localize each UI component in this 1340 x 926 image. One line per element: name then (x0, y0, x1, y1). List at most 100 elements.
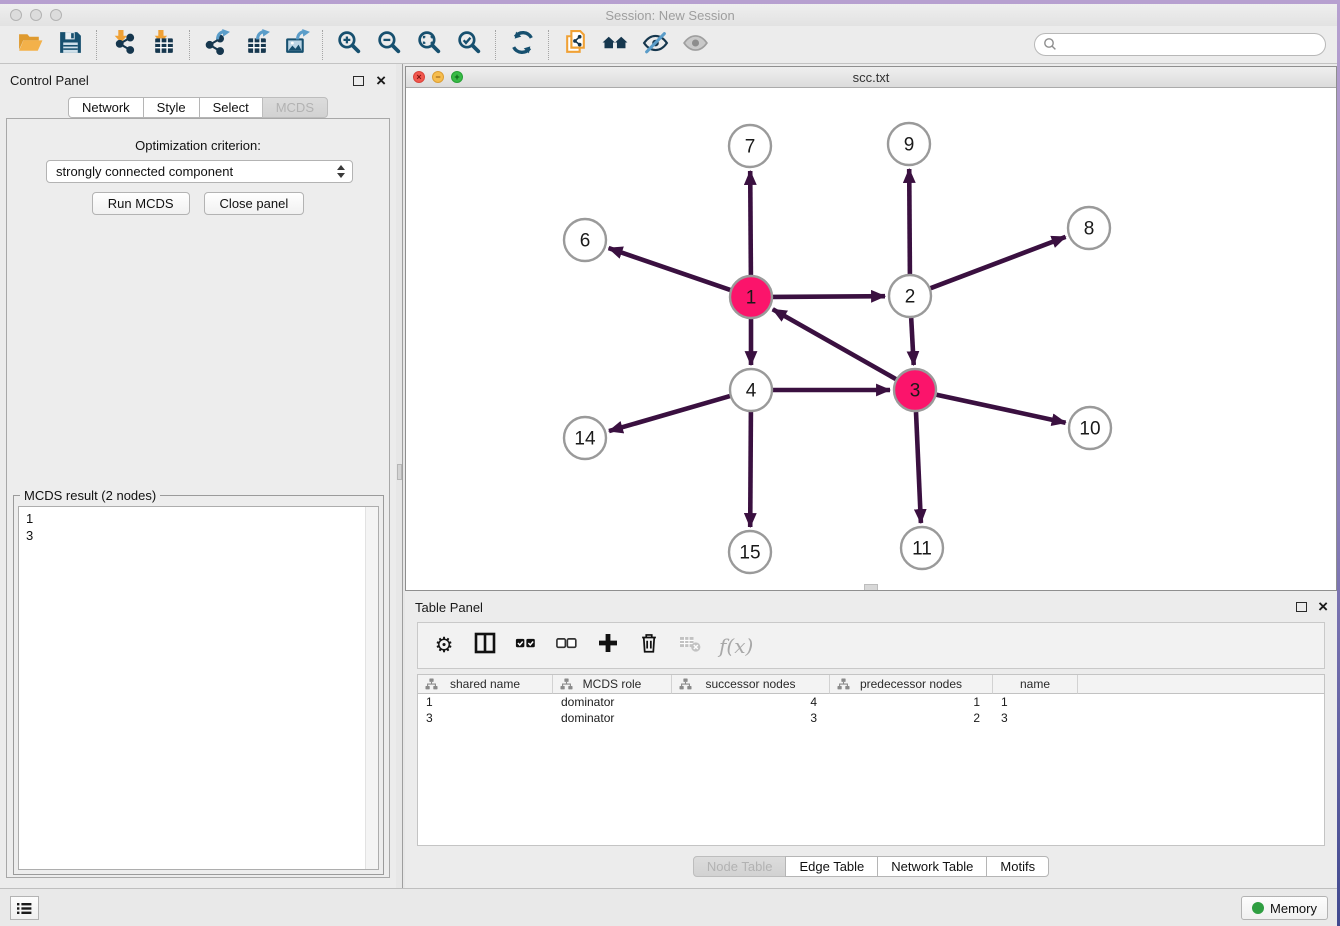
canvas-resize-grip[interactable] (864, 584, 878, 590)
window-title: Session: New Session (0, 8, 1340, 23)
table-cell: 3 (418, 710, 553, 726)
split-panel-button[interactable] (473, 632, 497, 660)
graph-node-15[interactable]: 15 (729, 531, 771, 573)
select-all-button[interactable] (514, 632, 538, 660)
graph-node-2[interactable]: 2 (889, 275, 931, 317)
desktop-edge-top (0, 0, 1340, 4)
column-header-predecessor-nodes[interactable]: predecessor nodes (830, 675, 993, 694)
import-table-button[interactable] (143, 29, 183, 61)
control-panel-close-icon[interactable]: × (376, 76, 386, 86)
edge-3-1[interactable] (773, 309, 896, 379)
panel-splitter[interactable] (396, 64, 405, 888)
tab-select[interactable]: Select (199, 97, 263, 118)
duplicate-network-button[interactable] (555, 29, 595, 61)
toolbar-separator (322, 30, 323, 60)
apply-layout-button[interactable] (502, 29, 542, 61)
task-history-button[interactable] (10, 896, 39, 920)
table-row[interactable]: 1dominator411 (418, 694, 1324, 710)
graph-node-11[interactable]: 11 (901, 527, 943, 569)
graph-node-6[interactable]: 6 (564, 219, 606, 261)
tab-mcds[interactable]: MCDS (262, 97, 328, 118)
export-table-icon (243, 29, 270, 61)
select-all-icon (515, 632, 537, 659)
first-neighbors-button[interactable] (595, 29, 635, 61)
export-table-button[interactable] (236, 29, 276, 61)
optimization-dropdown[interactable]: strongly connected component (46, 160, 353, 183)
open-session-button[interactable] (10, 29, 50, 61)
edge-4-14[interactable] (609, 396, 730, 431)
settings-button[interactable]: ⚙ (432, 632, 456, 660)
save-session-icon (57, 29, 84, 61)
toolbar-separator (96, 30, 97, 60)
column-header-name[interactable]: name (993, 675, 1078, 694)
edge-1-6[interactable] (609, 248, 731, 290)
show-all-button[interactable] (675, 29, 715, 61)
tab-style[interactable]: Style (143, 97, 200, 118)
graph-node-1[interactable]: 1 (730, 276, 772, 318)
save-session-button[interactable] (50, 29, 90, 61)
deselect-all-button[interactable] (555, 632, 579, 660)
control-panel-tabs: NetworkStyleSelectMCDS (0, 97, 396, 118)
mcds-panel: Optimization criterion: strongly connect… (6, 118, 390, 878)
application-window: Session: New Session Control Panel × Net… (0, 0, 1340, 926)
network-canvas[interactable]: 7 9 6 8 1 2 4 3 14 10 15 11 (406, 88, 1336, 590)
zoom-fit-icon (416, 29, 443, 61)
tab-network[interactable]: Network (68, 97, 144, 118)
graph-node-14[interactable]: 14 (564, 417, 606, 459)
tab-motifs[interactable]: Motifs (986, 856, 1049, 877)
close-panel-button[interactable]: Close panel (204, 192, 305, 215)
zoom-out-button[interactable] (369, 29, 409, 61)
export-network-button[interactable] (196, 29, 236, 61)
memory-button[interactable]: Memory (1241, 896, 1328, 920)
tab-network-table[interactable]: Network Table (877, 856, 987, 877)
mcds-result-scrollbar[interactable] (365, 507, 378, 869)
column-header-successor-nodes[interactable]: successor nodes (672, 675, 830, 694)
tab-edge-table[interactable]: Edge Table (785, 856, 878, 877)
control-panel-float-icon[interactable] (353, 76, 364, 86)
toolbar-icons (10, 29, 715, 61)
graph-node-7[interactable]: 7 (729, 125, 771, 167)
node-table: shared nameMCDS rolesuccessor nodesprede… (417, 674, 1325, 846)
tab-node-table[interactable]: Node Table (693, 856, 787, 877)
edge-1-2[interactable] (773, 296, 885, 297)
add-column-button[interactable] (596, 632, 620, 660)
column-header-MCDS-role[interactable]: MCDS role (553, 675, 672, 694)
import-network-icon (110, 29, 137, 61)
mcds-result-textarea[interactable]: 1 3 (18, 506, 379, 870)
graph-node-label: 11 (912, 539, 932, 560)
graph-node-label: 14 (574, 429, 596, 450)
export-image-button[interactable] (276, 29, 316, 61)
import-network-button[interactable] (103, 29, 143, 61)
delete-column-button[interactable] (637, 632, 661, 660)
table-panel-float-icon[interactable] (1296, 602, 1307, 612)
network-view-window: × − + scc.txt 7 9 6 8 1 2 4 3 14 10 15 11 (405, 66, 1337, 591)
zoom-fit-button[interactable] (409, 29, 449, 61)
toolbar-separator (495, 30, 496, 60)
search-field-wrap (1034, 33, 1326, 56)
zoom-selected-button[interactable] (449, 29, 489, 61)
function-builder-button: f(x) (719, 632, 753, 660)
network-window-titlebar[interactable]: × − + scc.txt (406, 67, 1336, 88)
splitter-handle[interactable] (397, 464, 402, 480)
graph-node-4[interactable]: 4 (730, 369, 772, 411)
edge-4-15[interactable] (750, 412, 751, 527)
column-header-shared-name[interactable]: shared name (418, 675, 553, 694)
graph-node-10[interactable]: 10 (1069, 407, 1111, 449)
run-mcds-button[interactable]: Run MCDS (92, 192, 190, 215)
edge-1-7[interactable] (750, 171, 751, 275)
edge-2-3[interactable] (911, 318, 914, 365)
table-panel-close-icon[interactable]: × (1318, 602, 1328, 612)
graph-node-8[interactable]: 8 (1068, 207, 1110, 249)
table-row[interactable]: 3dominator323 (418, 710, 1324, 726)
edge-3-11[interactable] (916, 412, 921, 523)
export-network-icon (203, 29, 230, 61)
graph-node-9[interactable]: 9 (888, 123, 930, 165)
edge-2-9[interactable] (909, 169, 910, 274)
edge-3-10[interactable] (937, 395, 1066, 423)
search-input[interactable] (1034, 33, 1326, 56)
edge-2-8[interactable] (931, 237, 1066, 288)
table-cell: 2 (830, 710, 993, 726)
graph-node-3[interactable]: 3 (894, 369, 936, 411)
zoom-in-button[interactable] (329, 29, 369, 61)
hide-selected-button[interactable] (635, 29, 675, 61)
